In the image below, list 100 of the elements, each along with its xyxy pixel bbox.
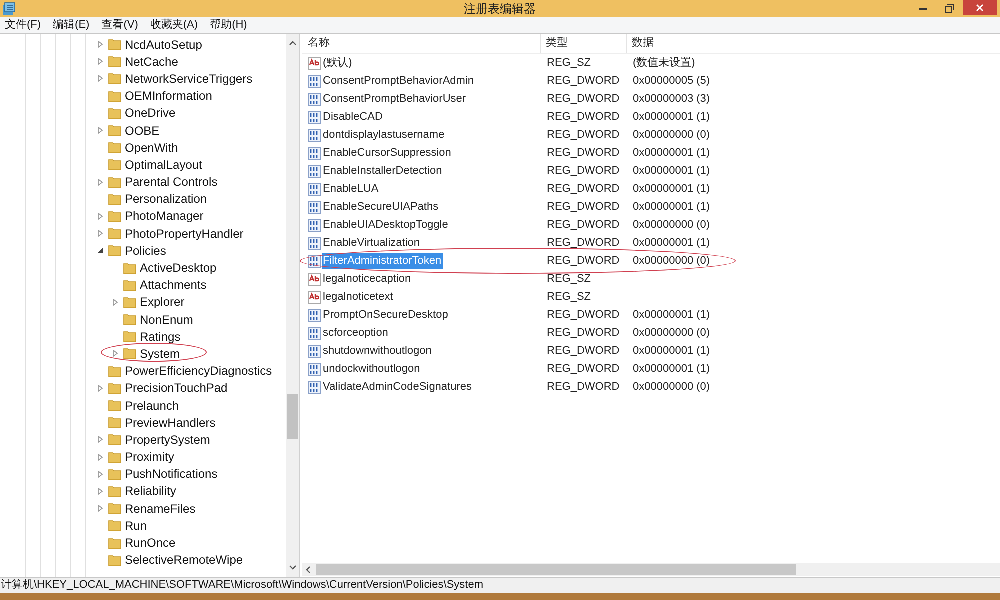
tree-item[interactable]: Reliability: [125, 482, 176, 500]
expand-arrow-icon[interactable]: [97, 212, 104, 220]
tree-item[interactable]: Ratings: [140, 328, 181, 346]
value-name[interactable]: EnableSecureUIAPaths: [322, 198, 440, 216]
table-cell-text: 0x00000001 (1): [632, 200, 710, 215]
expand-arrow-icon[interactable]: [97, 436, 104, 444]
expand-arrow-icon[interactable]: [97, 488, 104, 495]
tree-item[interactable]: NetCache: [125, 52, 178, 71]
value-name[interactable]: ConsentPromptBehaviorAdmin: [322, 72, 476, 90]
expand-arrow-icon[interactable]: [97, 58, 104, 66]
value-name[interactable]: EnableVirtualization: [322, 234, 422, 252]
scroll-down-icon[interactable]: [288, 565, 296, 571]
value-name[interactable]: scforceoption: [322, 324, 390, 342]
expand-arrow-icon[interactable]: [112, 298, 119, 306]
tree-item[interactable]: Proximity: [125, 448, 174, 466]
tree-item[interactable]: OOBE: [125, 122, 160, 140]
tree-item[interactable]: System: [140, 344, 180, 363]
folder-icon: [108, 382, 122, 395]
value-name[interactable]: dontdisplaylastusername: [322, 126, 446, 144]
value-name[interactable]: EnableCursorSuppression: [322, 144, 452, 162]
menu-item[interactable]: 编辑(E): [53, 16, 90, 34]
table-cell-text: REG_DWORD: [546, 380, 621, 395]
tree-item[interactable]: PropertySystem: [125, 430, 210, 449]
column-header[interactable]: 数据: [627, 34, 654, 53]
tree-item[interactable]: NcdAutoSetup: [125, 36, 202, 54]
table-cell-text: REG_DWORD: [546, 344, 621, 359]
scrollbar-thumb[interactable]: [316, 564, 796, 575]
expand-arrow-icon[interactable]: [97, 470, 104, 478]
value-name[interactable]: legalnoticecaption: [322, 270, 412, 288]
value-name[interactable]: (默认): [322, 54, 354, 72]
tree-item[interactable]: Explorer: [140, 293, 185, 312]
column-header[interactable]: 名称: [302, 34, 541, 53]
expand-arrow-icon[interactable]: [97, 75, 104, 82]
value-name[interactable]: EnableUIADesktopToggle: [322, 216, 450, 234]
tree-item[interactable]: OptimalLayout: [125, 156, 202, 174]
value-name[interactable]: legalnoticetext: [322, 288, 394, 306]
value-name[interactable]: EnableInstallerDetection: [322, 162, 444, 180]
expand-arrow-icon[interactable]: [97, 41, 104, 48]
table-cell-text: 0x00000005 (5): [632, 74, 710, 89]
table-cell-text: REG_DWORD: [546, 218, 621, 233]
string-value-icon: [308, 56, 321, 70]
table-cell-text: 0x00000001 (1): [632, 182, 710, 197]
binary-value-icon: [308, 236, 321, 250]
tree-item[interactable]: PhotoPropertyHandler: [125, 224, 244, 243]
table-cell-text: REG_SZ: [546, 272, 592, 287]
tree-item[interactable]: OEMInformation: [125, 87, 212, 106]
expand-arrow-icon[interactable]: [97, 178, 104, 186]
folder-icon: [108, 450, 122, 464]
expand-arrow-icon[interactable]: [97, 384, 104, 392]
tree-item[interactable]: PhotoManager: [125, 207, 204, 226]
folder-icon: [108, 106, 122, 120]
menu-item[interactable]: 查看(V): [102, 16, 138, 34]
tree-item[interactable]: PowerEfficiencyDiagnostics: [125, 362, 272, 380]
value-name[interactable]: EnableLUA: [322, 180, 380, 198]
table-cell-text: REG_DWORD: [546, 182, 621, 197]
collapse-arrow-icon[interactable]: [97, 247, 104, 254]
expand-arrow-icon[interactable]: [97, 454, 104, 461]
close-button[interactable]: [963, 0, 997, 15]
tree-item[interactable]: NetworkServiceTriggers: [125, 70, 253, 88]
tree-item[interactable]: SelectiveRemoteWipe: [125, 551, 244, 570]
tree-item[interactable]: PushNotifications: [125, 465, 218, 484]
binary-value-icon: [308, 254, 321, 268]
value-name[interactable]: ValidateAdminCodeSignatures: [322, 378, 473, 396]
column-header[interactable]: 类型: [541, 34, 627, 53]
value-name[interactable]: PromptOnSecureDesktop: [322, 306, 450, 324]
scroll-left-icon[interactable]: [305, 566, 311, 574]
vertical-scrollbar[interactable]: [286, 34, 299, 577]
value-name[interactable]: DisableCAD: [322, 108, 384, 126]
expand-arrow-icon[interactable]: [112, 350, 119, 358]
tree-item[interactable]: OpenWith: [125, 138, 178, 157]
tree-item[interactable]: PrecisionTouchPad: [125, 379, 228, 398]
tree-item[interactable]: Policies: [125, 242, 166, 260]
table-cell-text: REG_DWORD: [546, 92, 621, 107]
table-cell-text: REG_DWORD: [546, 110, 621, 125]
tree-item[interactable]: NonEnum: [140, 310, 194, 329]
binary-value-icon: [308, 362, 321, 376]
horizontal-scrollbar[interactable]: [302, 563, 1000, 576]
restore-icon: [945, 4, 954, 13]
expand-arrow-icon[interactable]: [97, 230, 104, 238]
tree-item[interactable]: Run: [125, 516, 148, 535]
tree-item[interactable]: Parental Controls: [125, 173, 218, 192]
expand-arrow-icon[interactable]: [97, 505, 104, 512]
menu-item[interactable]: 收藏夹(A): [150, 16, 198, 34]
tree-item[interactable]: ActiveDesktop: [140, 259, 217, 278]
value-name[interactable]: undockwithoutlogon: [322, 360, 422, 378]
value-name[interactable]: ConsentPromptBehaviorUser: [322, 90, 468, 108]
tree-item[interactable]: Prelaunch: [125, 396, 180, 415]
scroll-up-icon[interactable]: [288, 40, 296, 46]
folder-icon: [108, 141, 122, 154]
scrollbar-thumb[interactable]: [287, 394, 298, 439]
tree-item[interactable]: Attachments: [140, 276, 207, 294]
tree-item[interactable]: OneDrive: [125, 104, 176, 122]
tree-item[interactable]: PreviewHandlers: [125, 414, 216, 432]
menu-item[interactable]: 帮助(H): [210, 16, 248, 34]
expand-arrow-icon[interactable]: [97, 127, 104, 134]
value-name[interactable]: shutdownwithoutlogon: [322, 342, 433, 360]
tree-item[interactable]: RenameFiles: [125, 500, 196, 518]
menu-item[interactable]: 文件(F): [5, 16, 42, 34]
tree-item[interactable]: RunOnce: [125, 534, 176, 552]
tree-item[interactable]: Personalization: [125, 190, 208, 208]
